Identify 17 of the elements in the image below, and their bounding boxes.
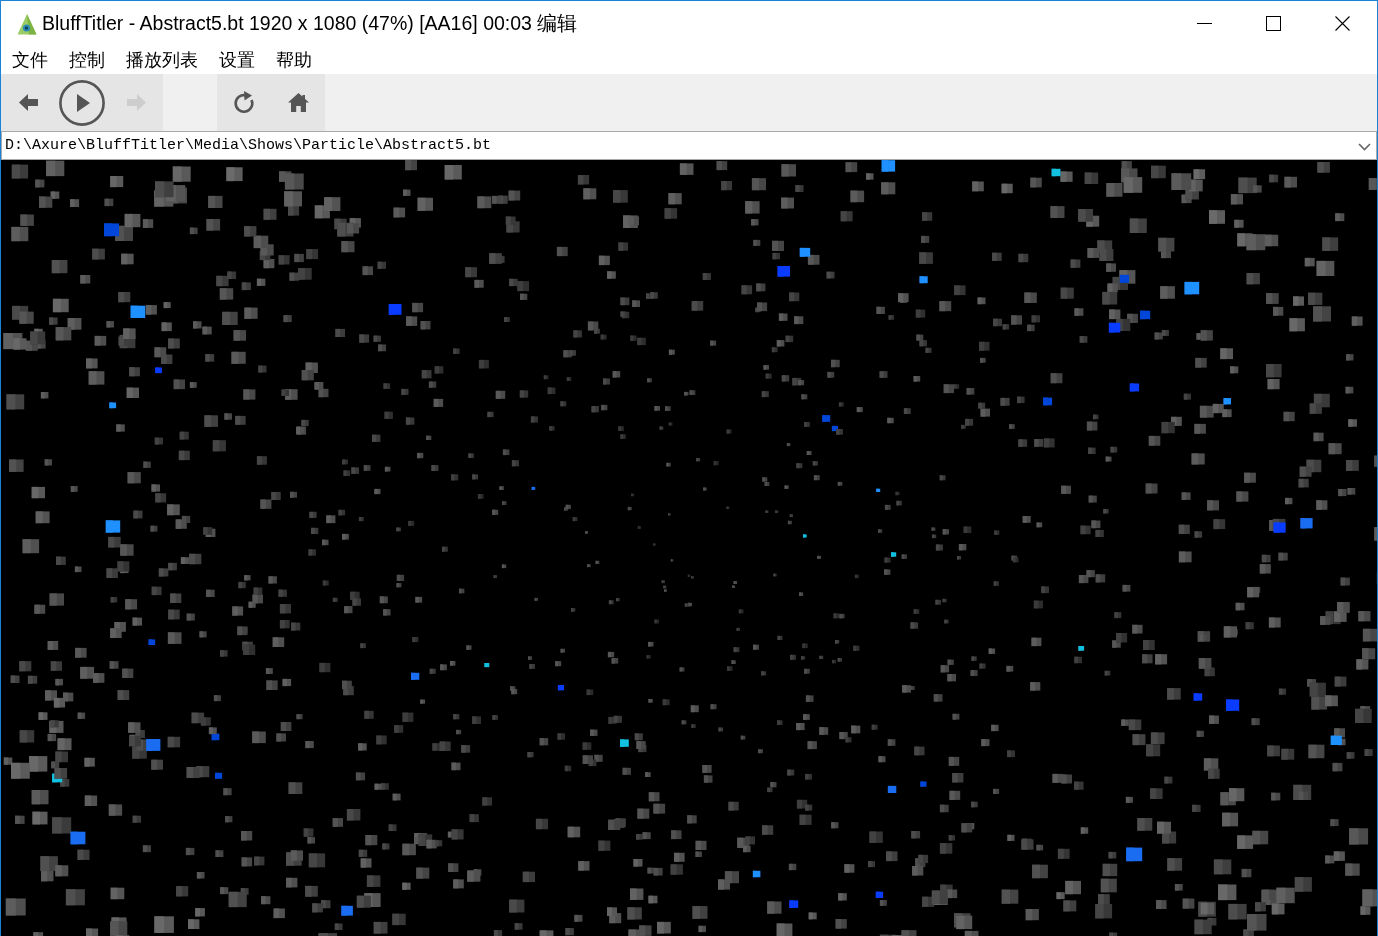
- menu-item[interactable]: 帮助: [265, 46, 322, 74]
- close-icon: [1335, 16, 1350, 31]
- path-field[interactable]: D:\Axure\BluffTitler\Media\Shows\Particle\Abstract5.bt: [1, 131, 1377, 160]
- minimize-icon: [1197, 23, 1212, 24]
- home-icon: [287, 93, 309, 112]
- play-icon: [59, 79, 105, 126]
- refresh-icon: [233, 90, 255, 115]
- window-title: BluffTitler - Abstract5.bt 1920 x 1080 (47%) [AA16] 00:03 编辑: [42, 13, 578, 34]
- menu-item[interactable]: 播放列表: [115, 46, 208, 74]
- app-logo-icon: [17, 12, 37, 35]
- menu-item[interactable]: 文件: [1, 46, 58, 74]
- maximize-icon: [1266, 16, 1281, 31]
- menu-item[interactable]: 设置: [208, 46, 265, 74]
- left-arrow-icon: [18, 94, 38, 111]
- chevron-down-icon[interactable]: [1358, 143, 1371, 151]
- menu-item[interactable]: 控制: [58, 46, 115, 74]
- right-arrow-icon: [126, 94, 146, 111]
